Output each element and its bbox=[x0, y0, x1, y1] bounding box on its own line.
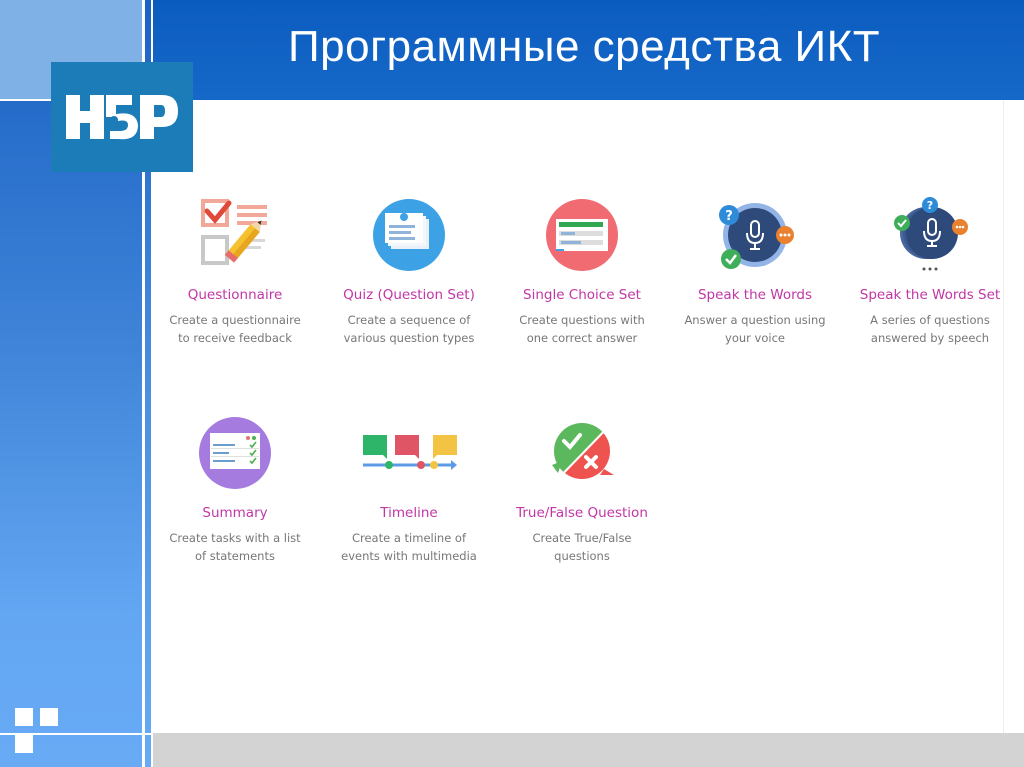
content-type-card[interactable]: Timeline Create a timeline of events wit… bbox=[324, 413, 494, 565]
summary-icon bbox=[199, 417, 271, 489]
content-type-title[interactable]: Questionnaire bbox=[150, 287, 320, 303]
content-type-title[interactable]: Speak the Words bbox=[670, 287, 840, 303]
description-line: Create tasks with a list bbox=[169, 531, 301, 545]
true-false-icon bbox=[551, 420, 615, 486]
quiz-question-set-icon bbox=[373, 199, 445, 271]
content-type-description: Create tasks with a list of statements bbox=[150, 529, 320, 565]
content-type-card[interactable]: True/False Question Create True/False qu… bbox=[497, 413, 667, 565]
content-type-description: Create questions with one correct answer bbox=[497, 311, 667, 347]
speak-the-words-icon: ? bbox=[719, 203, 794, 269]
content-type-card[interactable]: ? Speak the Words Set A series of questi… bbox=[845, 195, 1015, 347]
description-line: Answer a question using bbox=[684, 313, 826, 327]
content-type-title[interactable]: True/False Question bbox=[497, 505, 667, 521]
description-line: Create a sequence of bbox=[347, 313, 471, 327]
content-type-title[interactable]: Timeline bbox=[324, 505, 494, 521]
content-type-description: Create a sequence of various question ty… bbox=[324, 311, 494, 347]
content-type-description: Create a questionnaire to receive feedba… bbox=[150, 311, 320, 347]
content-type-description: Create a timeline of events with multime… bbox=[324, 529, 494, 565]
content-type-card[interactable]: Quiz (Question Set) Create a sequence of… bbox=[324, 195, 494, 347]
decor-square bbox=[40, 708, 58, 726]
h5p-logo-icon bbox=[66, 95, 178, 140]
description-line: your voice bbox=[725, 331, 785, 345]
description-line: Create a questionnaire bbox=[169, 313, 301, 327]
description-line: Create True/False bbox=[532, 531, 632, 545]
description-line: various question types bbox=[343, 331, 475, 345]
description-line: events with multimedia bbox=[341, 549, 477, 563]
speak-the-words-set-icon: ? bbox=[894, 197, 968, 271]
content-type-card[interactable]: Questionnaire Create a questionnaire to … bbox=[150, 195, 320, 347]
description-line: to receive feedback bbox=[178, 331, 292, 345]
content-type-card[interactable]: Single Choice Set Create questions with … bbox=[497, 195, 667, 347]
description-line: answered by speech bbox=[870, 331, 990, 345]
h5p-logo bbox=[51, 62, 193, 172]
description-line: of statements bbox=[195, 549, 275, 563]
description-line: one correct answer bbox=[526, 331, 638, 345]
description-line: A series of questions bbox=[870, 313, 990, 327]
content-type-description: A series of questions answered by speech bbox=[845, 311, 1015, 347]
single-choice-set-icon bbox=[546, 199, 618, 271]
content-type-card[interactable]: Summary Create tasks with a list of stat… bbox=[150, 413, 320, 565]
svg-text:?: ? bbox=[927, 199, 933, 212]
svg-text:?: ? bbox=[725, 209, 733, 224]
description-line: Create questions with bbox=[519, 313, 645, 327]
content-type-title[interactable]: Quiz (Question Set) bbox=[324, 287, 494, 303]
content-type-title[interactable]: Single Choice Set bbox=[497, 287, 667, 303]
content-type-card[interactable]: ? Speak the Words Answer a question usin… bbox=[670, 195, 840, 347]
description-line: questions bbox=[554, 549, 610, 563]
timeline-icon bbox=[363, 435, 457, 470]
content-type-description: Answer a question using your voice bbox=[670, 311, 840, 347]
questionnaire-icon bbox=[201, 199, 267, 265]
content-type-description: Create True/False questions bbox=[497, 529, 667, 565]
decor-square bbox=[15, 708, 33, 726]
content-type-title[interactable]: Speak the Words Set bbox=[845, 287, 1015, 303]
description-line: Create a timeline of bbox=[351, 531, 467, 545]
slide-title: Программные средства ИКТ bbox=[288, 22, 881, 71]
footer-bar bbox=[153, 733, 1024, 767]
decor-square bbox=[15, 735, 33, 753]
content-type-title[interactable]: Summary bbox=[150, 505, 320, 521]
